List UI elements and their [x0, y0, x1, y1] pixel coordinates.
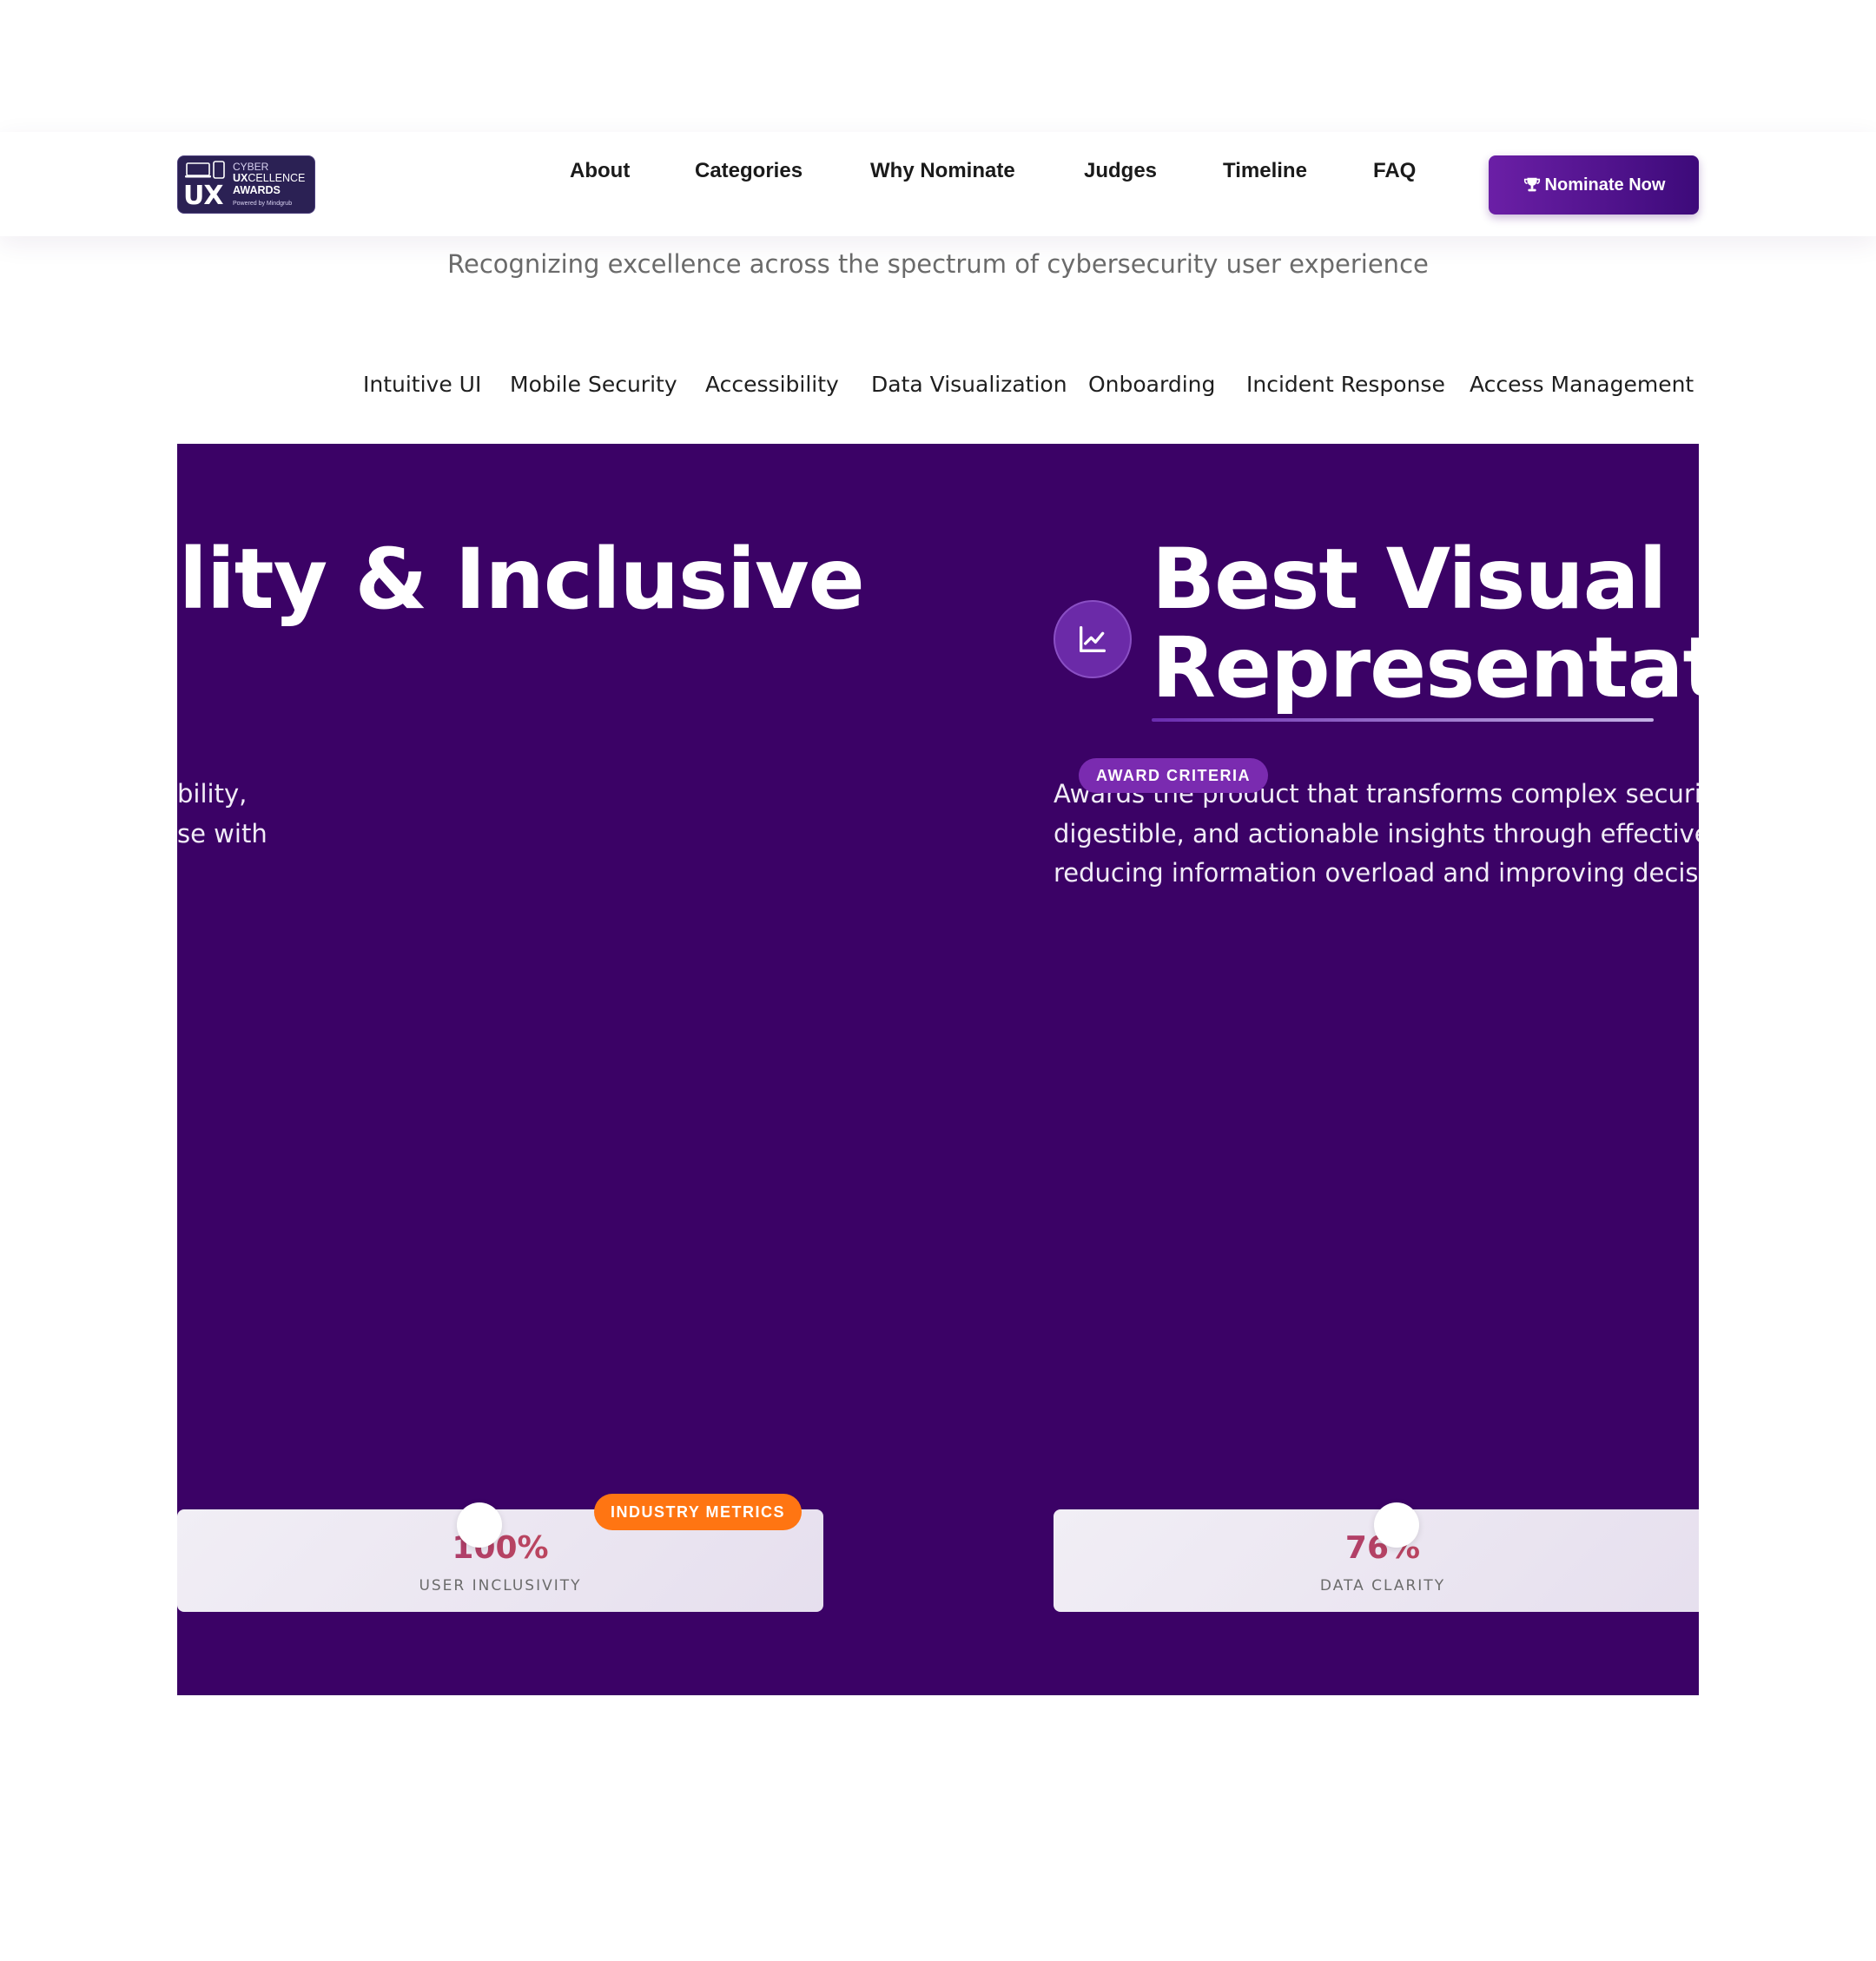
card-description-line: digestible, and actionable insights thro… — [1054, 819, 1699, 848]
category-tabs: Intuitive UI Mobile Security Accessibili… — [0, 372, 1876, 403]
nav-link-categories[interactable]: Categories — [695, 159, 803, 183]
nav-link-about[interactable]: About — [570, 159, 630, 183]
nominate-now-label: Nominate Now — [1544, 175, 1666, 195]
card-title-line-1: Best Visual D — [1152, 531, 1699, 628]
section-subtitle: Recognizing excellence across the spectr… — [447, 249, 1429, 279]
metric-label: USER INCLUSIVITY — [419, 1577, 582, 1595]
line-chart-icon-glyph — [1080, 626, 1106, 652]
line-chart-icon — [1054, 600, 1132, 678]
metric-value: 76% — [1040, 1530, 1699, 1566]
site-navbar: UX CYBER UXCELLENCE AWARDS Powered by Mi… — [0, 132, 1876, 236]
nominate-now-button[interactable]: Nominate Now — [1489, 155, 1699, 215]
card-description-line: reducing information overload and improv… — [1054, 858, 1699, 888]
tab-incident-response[interactable]: Incident Response — [1246, 372, 1445, 397]
card-title: ility & Inclusive — [177, 531, 865, 628]
title-underline — [1152, 718, 1654, 722]
category-carousel: ility & Inclusive bility, se with 100% U… — [177, 444, 1699, 1695]
tab-access-management[interactable]: Access Management — [1470, 372, 1694, 397]
nav-link-why-nominate[interactable]: Why Nominate — [870, 159, 1015, 183]
logo-line-powered: Powered by Mindgrub — [233, 201, 293, 207]
award-criteria-badge: AWARD CRITERIA — [1079, 758, 1268, 793]
tab-intuitive-ui[interactable]: Intuitive UI — [363, 372, 481, 397]
card-description-line: bility, — [177, 779, 248, 809]
tab-data-visualization[interactable]: Data Visualization — [871, 372, 1067, 397]
card-description-line: se with — [177, 819, 268, 848]
trophy-icon — [1523, 177, 1540, 192]
nav-link-timeline[interactable]: Timeline — [1223, 159, 1307, 183]
nav-link-judges[interactable]: Judges — [1084, 159, 1157, 183]
tab-onboarding[interactable]: Onboarding — [1088, 372, 1215, 397]
tab-accessibility[interactable]: Accessibility — [705, 372, 839, 397]
metric-label: DATA CLARITY — [1319, 1577, 1446, 1595]
card-title-line-2: Representati — [1152, 619, 1699, 716]
tab-mobile-security[interactable]: Mobile Security — [510, 372, 677, 397]
industry-metrics-badge: INDUSTRY METRICS — [594, 1494, 803, 1530]
metric-value: 100% — [177, 1530, 823, 1566]
metric-indicator-dot — [1374, 1502, 1419, 1548]
metric-indicator-dot — [457, 1502, 502, 1548]
nav-link-faq[interactable]: FAQ — [1373, 159, 1416, 183]
